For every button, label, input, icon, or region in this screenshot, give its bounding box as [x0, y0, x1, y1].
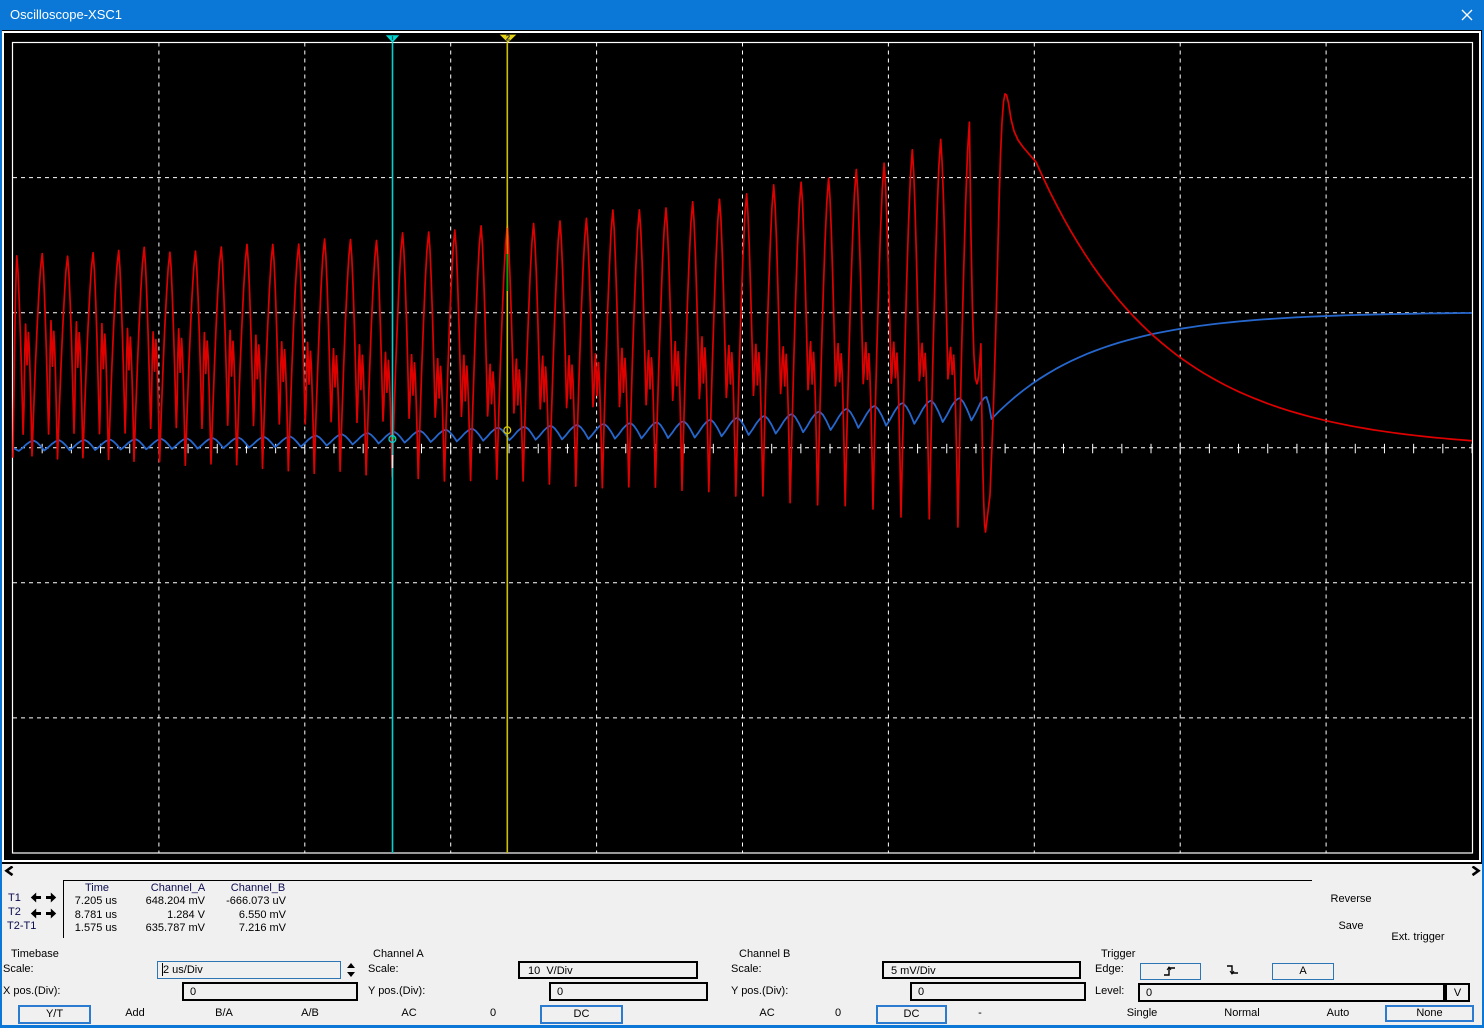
- svg-text:2: 2: [506, 34, 511, 43]
